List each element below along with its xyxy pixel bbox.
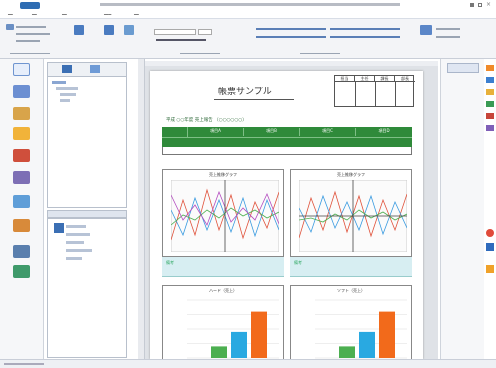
panel-tabs [47,62,127,77]
table-data-row [162,147,412,155]
bar-B [231,331,247,358]
tab-insert[interactable]: ━━ [62,12,67,17]
stamp-label: 課長 [375,76,395,82]
text-tool-icon[interactable] [13,85,30,98]
close-icon[interactable]: × [486,2,492,8]
line-chart-plot [299,180,407,252]
image-tool-icon[interactable] [13,107,30,120]
property-tree-panel [47,218,127,358]
table-header-cell: 項目D [378,128,390,133]
data-tab-icon[interactable] [90,65,100,73]
palette-header [447,63,479,73]
swatch-orange[interactable] [486,65,494,71]
table-header-cell: 項目A [188,128,244,136]
stamp-label: 主任 [355,76,375,82]
summary-table: 項目A 項目B 項目C 項目D [162,127,412,147]
chart-tool-icon[interactable] [13,149,30,162]
bar-C [379,311,395,358]
table-tool-icon[interactable] [13,171,30,184]
line-chart-plot [171,180,279,252]
maximize-icon[interactable] [478,3,482,7]
right-palette [440,59,484,359]
window-title [100,3,400,6]
swatch-red-2[interactable] [486,229,494,237]
bar-chart-plot [315,299,407,359]
paste-icon[interactable] [6,24,14,30]
vertical-ruler [138,59,145,359]
ribbon-tabs: ━━ ━━ ━━ ━━━ ━━ [0,11,496,19]
note-label: 備考 [166,260,174,265]
line-chart-2: 売上推移グラフ [290,169,412,257]
note-strip: 備考 [290,257,412,277]
font-select[interactable] [154,29,196,35]
swatch-yellow[interactable] [486,89,494,95]
link-tool-icon[interactable] [13,265,30,278]
stamp-label: 担当 [335,76,355,82]
format-icon[interactable] [74,25,84,35]
tab-layout[interactable]: ━━━ [104,12,111,17]
chart-title: 売上推移グラフ [337,172,365,177]
swatch-orange-2[interactable] [486,265,494,273]
tab-file[interactable]: ━━ [8,12,13,17]
bar-A [339,346,355,358]
note-label: 備考 [294,260,302,265]
report-title: 帳票サンプル [218,87,272,97]
layout-icon[interactable] [104,25,114,35]
app-menu-button[interactable] [20,2,40,9]
tab-home[interactable]: ━━ [32,12,37,17]
shape-tool-icon[interactable] [13,195,30,208]
chart-title: ソフト（売上） [337,288,365,293]
ribbon-toolbar [0,19,496,59]
color-palette [484,59,496,359]
bar-chart-2: ソフト（売上） [290,285,412,359]
object-tree-panel [47,62,127,208]
minimize-icon[interactable] [470,3,474,7]
swatch-blue[interactable] [486,77,494,83]
table-header-cell [162,127,188,137]
property-panel-header [47,210,127,218]
table-header-cell: 項目C [300,128,356,136]
bar-chart-1: ハード（売上） [162,285,284,359]
report-page[interactable]: 帳票サンプル 担当 主任 課長 部長 平成 ○○年度 売上報告 （○○○○○○）… [150,71,423,359]
field-tool-icon[interactable] [13,127,30,140]
grid-icon[interactable] [124,25,134,35]
status-bar [0,359,496,368]
swatch-red[interactable] [486,113,494,119]
bar-A [211,346,227,358]
select-tool-icon[interactable] [13,63,30,76]
stamp-label: 部長 [395,76,415,82]
chart-title: ハード（売上） [209,288,237,293]
approval-stamps: 担当 主任 課長 部長 [334,75,415,107]
chart-title: 売上推移グラフ [209,172,237,177]
bar-B [359,331,375,358]
left-toolbox [0,59,44,359]
swatch-green[interactable] [486,101,494,107]
title-bar: × [0,0,496,11]
tab-view[interactable]: ━━ [134,12,139,17]
note-strip: 備考 [162,257,284,277]
table-header-cell: 項目B [244,128,300,136]
swatch-blue-2[interactable] [486,243,494,251]
line-chart-1: 売上推移グラフ [162,169,284,257]
bar-chart-plot [187,299,279,359]
arrange-icon[interactable] [420,25,432,35]
design-tab-icon[interactable] [62,65,72,73]
bar-C [251,311,267,358]
report-subtitle: 平成 ○○年度 売上報告 （○○○○○○） [166,118,247,123]
grid-tool-icon[interactable] [13,245,30,258]
barcode-tool-icon[interactable] [13,219,30,232]
swatch-purple[interactable] [486,125,494,131]
font-size-select[interactable] [198,29,212,35]
